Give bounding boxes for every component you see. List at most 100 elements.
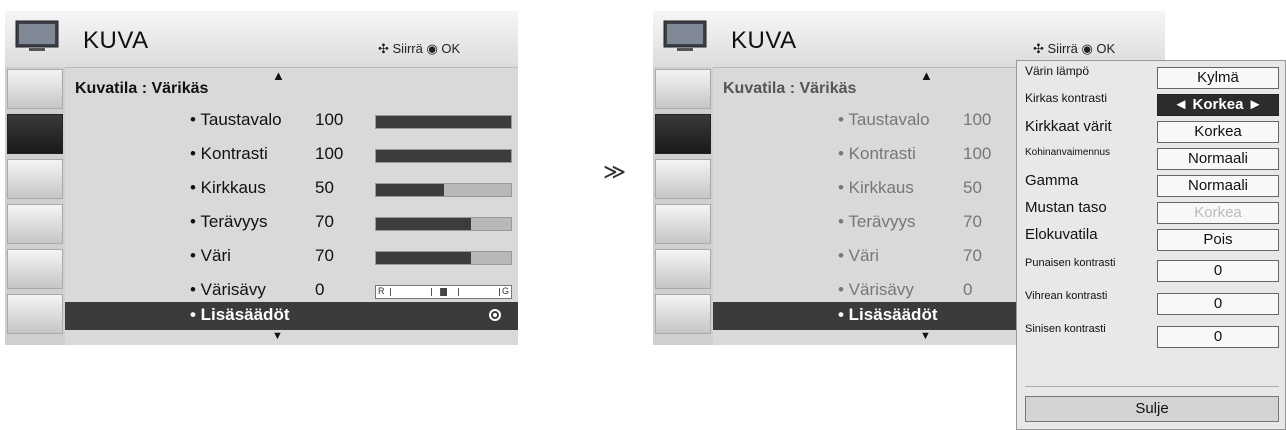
sidebar-time-icon[interactable] xyxy=(7,204,63,244)
popup-row-green-contrast[interactable]: Vihrean kontrasti 0 xyxy=(1017,287,1285,315)
sidebar-lock-icon[interactable] xyxy=(655,294,711,334)
item-label: • Kirkkaus xyxy=(838,178,914,197)
item-label: • Lisäsäädöt xyxy=(838,305,938,324)
tint-ticks-left xyxy=(390,288,432,296)
sidebar-picture-icon[interactable] xyxy=(7,114,63,154)
tv-icon xyxy=(15,20,59,51)
item-label: • Kirkkaus xyxy=(190,178,266,197)
level-fill xyxy=(376,184,444,196)
level-bar xyxy=(375,251,512,265)
sidebar-lock-icon[interactable] xyxy=(7,294,63,334)
level-bar xyxy=(375,183,512,197)
item-label: • Kontrasti xyxy=(190,144,268,163)
item-value: 50 xyxy=(315,178,334,197)
item-value: 70 xyxy=(963,212,982,231)
popup-label: Värin lämpö xyxy=(1025,64,1090,78)
popup-value[interactable]: Normaali xyxy=(1157,175,1279,197)
item-value: 0 xyxy=(963,280,973,299)
item-label: • Väri xyxy=(838,246,879,265)
popup-label: Kirkkaat värit xyxy=(1025,118,1112,135)
popup-label: Gamma xyxy=(1025,172,1079,189)
navigation-hint: ✣ Siirrä ◉ OK xyxy=(1033,41,1116,56)
item-value: 70 xyxy=(315,246,334,265)
level-fill xyxy=(376,150,511,162)
tint-slider: R G xyxy=(375,285,512,299)
sidebar-audio-icon[interactable] xyxy=(7,159,63,199)
level-fill xyxy=(376,218,471,230)
menu-row-brightness[interactable]: • Kirkkaus 50 xyxy=(65,176,518,202)
popup-row-film-mode[interactable]: Elokuvatila Pois xyxy=(1017,223,1285,251)
item-value: 70 xyxy=(963,246,982,265)
menu-header: KUVA ✣ Siirrä ◉ OK xyxy=(5,11,518,67)
popup-label: Kirkas kontrasti xyxy=(1025,91,1108,105)
popup-label: Punaisen kontrasti xyxy=(1025,257,1116,269)
popup-value[interactable]: Pois xyxy=(1157,229,1279,251)
scroll-up-icon[interactable]: ▲ xyxy=(920,68,933,83)
popup-value[interactable]: 0 xyxy=(1157,293,1279,315)
sidebar-audio-icon[interactable] xyxy=(655,159,711,199)
level-fill xyxy=(376,116,511,128)
popup-row-dynamic-color[interactable]: Kirkkaat värit Korkea xyxy=(1017,115,1285,143)
item-label: • Väri xyxy=(190,246,231,265)
tint-ticks-right xyxy=(458,288,500,296)
sidebar-option-icon[interactable] xyxy=(655,249,711,289)
item-label: • Taustavalo xyxy=(190,110,282,129)
popup-row-black-level[interactable]: Mustan taso Korkea xyxy=(1017,196,1285,224)
sidebar-option-icon[interactable] xyxy=(7,249,63,289)
popup-label: Sinisen kontrasti xyxy=(1025,323,1106,335)
level-bar xyxy=(375,149,512,163)
ok-target-icon xyxy=(489,309,501,321)
popup-row-color-temperature[interactable]: Värin lämpö Kylmä xyxy=(1017,61,1285,89)
menu-row-color[interactable]: • Väri 70 xyxy=(65,244,518,270)
menu-row-backlight[interactable]: • Taustavalo 100 xyxy=(65,108,518,134)
popup-row-noise-reduction[interactable]: Kohinanvaimennus Normaali xyxy=(1017,142,1285,170)
popup-value[interactable]: Kylmä xyxy=(1157,67,1279,89)
scroll-down-icon[interactable]: ▼ xyxy=(920,330,931,342)
popup-row-gamma[interactable]: Gamma Normaali xyxy=(1017,169,1285,197)
tv-icon xyxy=(663,20,707,51)
item-label: • Terävyys xyxy=(838,212,916,231)
popup-value[interactable]: 0 xyxy=(1157,260,1279,282)
item-label: • Värisävy xyxy=(190,280,266,299)
close-button[interactable]: Sulje xyxy=(1025,396,1279,422)
menu-row-advanced-selected[interactable]: • Lisäsäädöt xyxy=(65,302,518,330)
sidebar-time-icon[interactable] xyxy=(655,204,711,244)
popup-value-disabled: Korkea xyxy=(1157,202,1279,224)
item-value: 100 xyxy=(315,144,344,163)
menu-row-tint[interactable]: • Värisävy 0 R G xyxy=(65,278,518,304)
tint-marker xyxy=(440,288,447,296)
popup-value[interactable]: 0 xyxy=(1157,326,1279,348)
scroll-up-icon[interactable]: ▲ xyxy=(272,68,285,83)
item-value: 100 xyxy=(315,110,344,129)
tint-red-label: R xyxy=(378,286,385,296)
menu-header: KUVA ✣ Siirrä ◉ OK xyxy=(653,11,1165,67)
menu-row-sharpness[interactable]: • Terävyys 70 xyxy=(65,210,518,236)
popup-value[interactable]: Normaali xyxy=(1157,148,1279,170)
sidebar-setup-icon[interactable] xyxy=(655,69,711,109)
navigation-hint: ✣ Siirrä ◉ OK xyxy=(378,41,461,56)
level-bar xyxy=(375,217,512,231)
popup-value-selected[interactable]: ◄ Korkea ► xyxy=(1157,94,1279,116)
scroll-down-icon[interactable]: ▼ xyxy=(272,330,283,342)
tint-green-label: G xyxy=(502,286,510,296)
popup-value[interactable]: Korkea xyxy=(1157,121,1279,143)
category-sidebar xyxy=(5,67,65,345)
popup-row-dynamic-contrast[interactable]: Kirkas kontrasti ◄ Korkea ► xyxy=(1017,88,1285,116)
item-value: 70 xyxy=(315,212,334,231)
popup-divider xyxy=(1025,386,1279,387)
picture-menu-left: KUVA ✣ Siirrä ◉ OK ▲ Kuvatila : Värikäs … xyxy=(5,11,518,345)
sidebar-setup-icon[interactable] xyxy=(7,69,63,109)
item-value: 100 xyxy=(963,144,992,163)
popup-row-blue-contrast[interactable]: Sinisen kontrasti 0 xyxy=(1017,320,1285,348)
menu-row-contrast[interactable]: • Kontrasti 100 xyxy=(65,142,518,168)
popup-label: Elokuvatila xyxy=(1025,226,1098,243)
step-separator: ≫ xyxy=(603,159,627,184)
popup-label: Kohinanvaimennus xyxy=(1025,147,1111,158)
item-label: • Terävyys xyxy=(190,212,268,231)
item-label: • Kontrasti xyxy=(838,144,916,163)
item-value: 50 xyxy=(963,178,982,197)
item-value: 100 xyxy=(963,110,992,129)
popup-label: Vihrean kontrasti xyxy=(1025,290,1108,302)
sidebar-picture-icon[interactable] xyxy=(655,114,711,154)
popup-row-red-contrast[interactable]: Punaisen kontrasti 0 xyxy=(1017,254,1285,282)
